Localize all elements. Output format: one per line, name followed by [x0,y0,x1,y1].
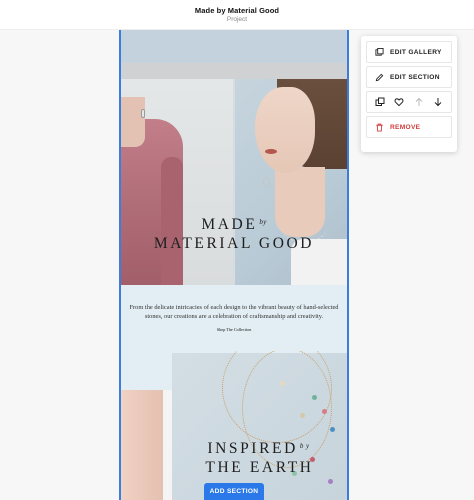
intro-paragraph: From the delicate intricacies of each de… [129,304,339,320]
model-face [255,87,315,173]
hero-image-left [121,79,233,285]
hero-image-right [235,79,347,285]
edit-section-button[interactable]: EDIT SECTION [366,66,452,88]
inspired-title: INSPIRED by THE EARTH [172,437,347,477]
model-lips [265,149,277,154]
arrow-up-icon[interactable] [413,96,425,108]
gem [330,427,335,432]
heart-icon[interactable] [393,96,405,108]
arrow-down-icon[interactable] [432,96,444,108]
inspired-title-the-earth: THE EARTH [205,459,314,476]
top-header: Made by Material Good Project [0,0,474,30]
top-image-band [121,30,347,63]
remove-label: REMOVE [390,123,421,131]
trash-icon [376,123,383,132]
remove-button[interactable]: REMOVE [366,116,452,138]
project-subtitle: Project [226,16,248,23]
image-divider [163,390,172,500]
earring-left [141,109,145,118]
gallery-icon [375,47,384,56]
hero-gallery-section[interactable]: MADE by MATERIAL GOOD [121,79,347,285]
intro-text-section[interactable]: From the delicate intricacies of each de… [121,285,347,351]
hero-title-by: by [259,218,267,226]
hero-title-material-good: MATERIAL GOOD [153,235,315,252]
inspired-title-word: INSPIRED [207,440,298,457]
inspired-title-by: by [299,442,312,450]
gem [328,479,333,484]
inspired-gallery-section[interactable]: INSPIRED by THE EARTH [121,351,347,500]
page-canvas[interactable]: MADE by MATERIAL GOOD From the delicate i… [119,30,349,500]
edit-section-label: EDIT SECTION [390,73,440,81]
pencil-icon [375,73,384,81]
hero-title-made: MADE [201,216,258,233]
edit-gallery-button[interactable]: EDIT GALLERY [366,41,452,63]
gem [312,395,317,400]
inspired-image-left [121,390,163,500]
grey-strip [121,63,347,79]
edit-gallery-label: EDIT GALLERY [390,48,442,56]
gem [322,409,327,414]
model-neck [121,97,145,147]
inspired-image-jewelry [172,351,347,500]
section-action-row [366,91,452,113]
hero-title: MADE by MATERIAL GOOD [121,213,347,253]
shop-collection-link[interactable]: Shop The Collection [121,327,347,332]
section-toolbar: EDIT GALLERY EDIT SECTION REMOVE [361,36,457,152]
earring-right [263,177,270,187]
gem [300,413,305,418]
project-title: Made by Material Good [194,6,280,15]
gem [280,381,285,386]
duplicate-icon[interactable] [374,96,386,108]
add-section-button[interactable]: ADD SECTION [204,483,264,500]
